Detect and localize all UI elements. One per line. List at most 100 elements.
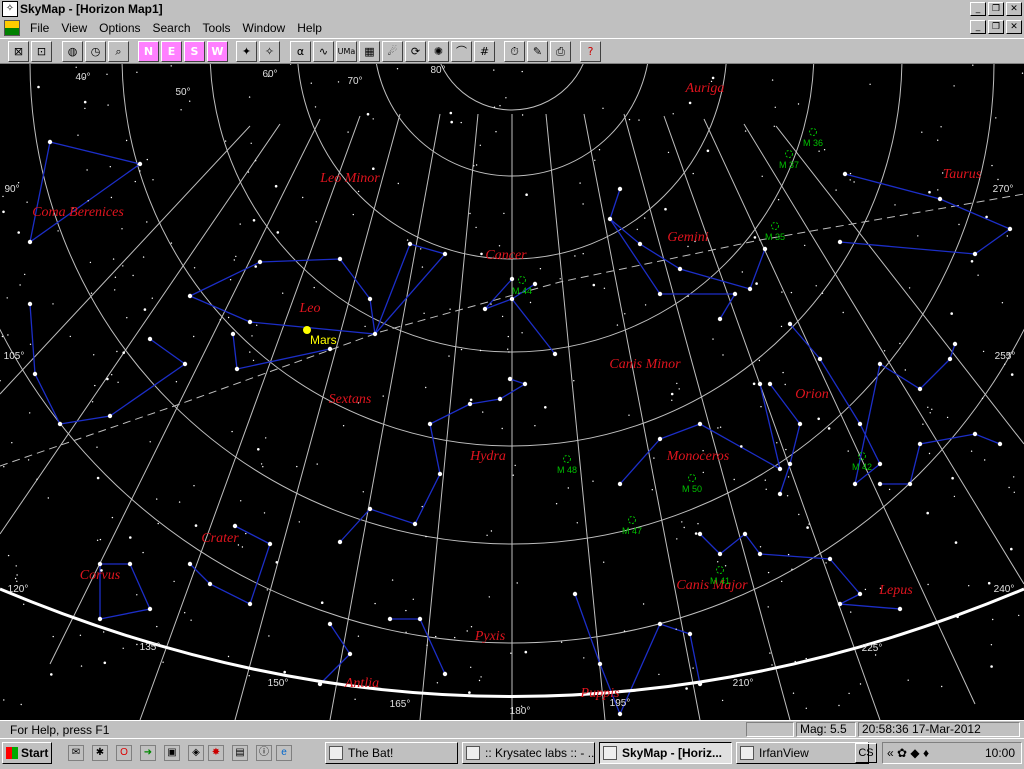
star[interactable] [274, 184, 278, 188]
minimize-button[interactable]: _ [970, 2, 986, 16]
star[interactable] [96, 476, 100, 480]
deep-sky-marker[interactable] [563, 455, 571, 463]
star[interactable] [781, 291, 783, 293]
star[interactable] [421, 505, 423, 508]
star[interactable] [126, 317, 128, 319]
star[interactable] [134, 180, 136, 183]
star[interactable] [265, 437, 267, 439]
menu-view[interactable]: View [55, 21, 93, 35]
quicklaunch-1-icon[interactable]: ✉ [68, 745, 84, 761]
find-icon[interactable]: ⌕ [108, 41, 129, 62]
star[interactable] [252, 359, 255, 362]
star[interactable] [184, 612, 186, 614]
star[interactable] [917, 235, 919, 237]
star[interactable] [146, 158, 148, 161]
star[interactable] [984, 459, 986, 461]
star[interactable] [97, 616, 103, 622]
star[interactable] [636, 228, 638, 231]
start-button[interactable]: Start [2, 742, 52, 764]
star-label-icon[interactable]: ✧ [259, 41, 280, 62]
star[interactable] [437, 471, 443, 477]
star[interactable] [972, 431, 978, 437]
star[interactable] [425, 535, 427, 538]
menu-search[interactable]: Search [147, 21, 197, 35]
star[interactable] [1013, 491, 1015, 493]
star[interactable] [251, 335, 253, 337]
star[interactable] [752, 382, 756, 386]
star[interactable] [642, 603, 645, 605]
star[interactable] [143, 308, 147, 311]
menu-tools[interactable]: Tools [197, 21, 237, 35]
star[interactable] [835, 189, 837, 191]
star[interactable] [283, 670, 287, 674]
star[interactable] [466, 630, 468, 632]
star[interactable] [747, 286, 753, 292]
star[interactable] [842, 171, 848, 177]
star[interactable] [482, 411, 484, 413]
star[interactable] [372, 118, 374, 120]
star[interactable] [521, 332, 523, 334]
star[interactable] [572, 591, 578, 597]
star[interactable] [687, 295, 689, 297]
star[interactable] [14, 577, 17, 580]
star[interactable] [804, 244, 806, 247]
task-the-bat[interactable]: The Bat! [325, 742, 458, 764]
star[interactable] [676, 382, 678, 385]
star[interactable] [480, 676, 482, 678]
star[interactable] [908, 287, 911, 289]
star[interactable] [469, 398, 473, 402]
time-icon[interactable]: ⏱ [504, 41, 525, 62]
star[interactable] [784, 383, 786, 386]
menu-file[interactable]: File [24, 21, 55, 35]
star[interactable] [17, 231, 21, 234]
deep-sky-marker[interactable] [785, 150, 793, 158]
star[interactable] [97, 561, 103, 567]
star[interactable] [314, 106, 317, 108]
star[interactable] [917, 386, 923, 392]
star[interactable] [664, 207, 667, 211]
star[interactable] [711, 76, 715, 80]
globe-icon[interactable]: ◍ [62, 41, 83, 62]
star[interactable] [170, 242, 173, 244]
star[interactable] [697, 523, 699, 525]
star[interactable] [136, 643, 138, 646]
star[interactable] [316, 463, 318, 465]
star[interactable] [114, 276, 117, 278]
star[interactable] [296, 465, 298, 468]
star[interactable] [490, 530, 493, 532]
star[interactable] [475, 226, 477, 229]
star[interactable] [744, 130, 747, 132]
star[interactable] [263, 512, 266, 514]
star[interactable] [927, 583, 929, 586]
star[interactable] [847, 450, 849, 452]
star[interactable] [337, 81, 340, 83]
star[interactable] [781, 580, 783, 583]
star[interactable] [638, 119, 640, 121]
star[interactable] [460, 121, 462, 124]
star[interactable] [469, 212, 471, 215]
star[interactable] [827, 427, 831, 430]
star[interactable] [449, 308, 451, 310]
star[interactable] [6, 297, 8, 299]
star[interactable] [412, 521, 418, 527]
star[interactable] [598, 149, 601, 151]
star[interactable] [367, 506, 373, 512]
star[interactable] [582, 253, 584, 255]
star[interactable] [758, 359, 761, 362]
star[interactable] [111, 374, 113, 376]
star[interactable] [157, 522, 159, 525]
star[interactable] [11, 442, 13, 444]
star[interactable] [786, 495, 789, 497]
star[interactable] [877, 481, 883, 487]
star[interactable] [480, 252, 483, 256]
star[interactable] [774, 106, 776, 108]
star[interactable] [103, 661, 107, 665]
star[interactable] [37, 85, 40, 89]
star[interactable] [252, 219, 256, 222]
star[interactable] [877, 461, 883, 467]
star[interactable] [852, 481, 858, 487]
star[interactable] [342, 425, 345, 427]
star[interactable] [552, 351, 558, 357]
star[interactable] [240, 500, 242, 502]
star[interactable] [241, 546, 244, 548]
